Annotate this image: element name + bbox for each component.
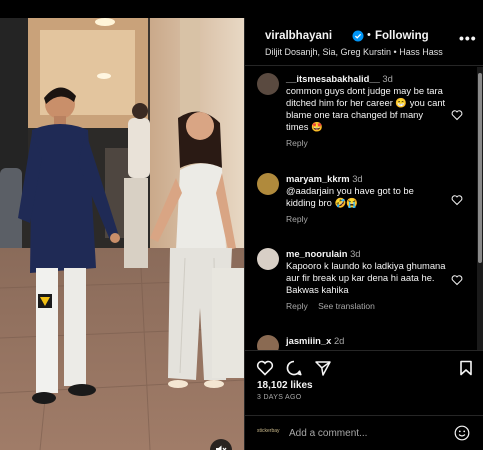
- smiley-icon[interactable]: [454, 425, 470, 441]
- post-date[interactable]: 3 DAYS AGO: [257, 394, 302, 401]
- scrollbar-thumb[interactable]: [478, 73, 482, 263]
- comment-time: 3d: [382, 73, 393, 84]
- comment-text: @aadarjain you have got to be kidding br…: [286, 185, 414, 208]
- avatar[interactable]: [257, 248, 279, 270]
- reply-button[interactable]: Reply: [286, 138, 308, 148]
- comment-like-heart-icon[interactable]: [451, 274, 463, 286]
- post-details-panel: viralbhayani • Following Diljit Dosanjh,…: [244, 18, 483, 450]
- separator-dot: •: [367, 29, 371, 41]
- add-comment-bar: stickerbay: [245, 415, 483, 450]
- comment-username[interactable]: __itsmesabakhalid__: [286, 73, 380, 84]
- video-frame-illustration: [0, 18, 244, 450]
- comment-actions: Reply: [286, 213, 446, 225]
- comment-username[interactable]: maryam_kkrm: [286, 173, 350, 184]
- comments-scrollbar[interactable]: [477, 67, 483, 350]
- comment-like-heart-icon[interactable]: [451, 109, 463, 121]
- comment-actions: Reply: [286, 137, 446, 149]
- comment-like-heart-icon[interactable]: [451, 194, 463, 206]
- comment-time: 3d: [350, 248, 361, 259]
- speaker-muted-icon: [216, 445, 227, 450]
- post-actions-bar: [245, 350, 483, 380]
- post-header: viralbhayani • Following Diljit Dosanjh,…: [245, 18, 483, 66]
- heart-icon[interactable]: [256, 359, 274, 377]
- comment-body: me_noorulain 3d Kapooro k laundo ko ladk…: [286, 248, 446, 312]
- avatar[interactable]: [257, 335, 279, 350]
- more-options-button[interactable]: •••: [459, 30, 477, 46]
- post-media[interactable]: [0, 18, 244, 450]
- comment-body: jasmiiin_x 2d: [286, 335, 446, 347]
- comment-input[interactable]: [289, 424, 449, 442]
- sticker-watermark: stickerbay: [257, 428, 280, 434]
- comment-username[interactable]: me_noorulain: [286, 248, 347, 259]
- comment-actions: Reply See translation: [286, 300, 446, 312]
- avatar[interactable]: [257, 173, 279, 195]
- comment-username[interactable]: jasmiiin_x: [286, 335, 331, 346]
- comment-text: common guys dont judge may be tara ditch…: [286, 85, 446, 132]
- comments-list[interactable]: __itsmesabakhalid__ 3d common guys dont …: [245, 67, 483, 350]
- likes-count[interactable]: 18,102 likes: [257, 380, 313, 391]
- see-translation-link[interactable]: See translation: [318, 301, 375, 311]
- following-button[interactable]: Following: [375, 30, 429, 42]
- avatar[interactable]: [257, 73, 279, 95]
- comment-time: 2d: [333, 335, 345, 346]
- comment-body: __itsmesabakhalid__ 3d common guys dont …: [286, 73, 446, 149]
- post-username[interactable]: viralbhayani: [265, 30, 332, 42]
- paper-plane-icon[interactable]: [314, 359, 332, 377]
- reply-button[interactable]: Reply: [286, 214, 308, 224]
- comment-time: 3d: [352, 173, 363, 184]
- bookmark-icon[interactable]: [457, 359, 475, 377]
- reply-button[interactable]: Reply: [286, 301, 308, 311]
- verified-badge-icon: [352, 30, 364, 42]
- comment-bubble-icon[interactable]: [285, 359, 303, 377]
- comment-body: maryam_kkrm 3d @aadarjain you have got t…: [286, 173, 446, 225]
- audio-attribution[interactable]: Diljit Dosanjh, Sia, Greg Kurstin • Hass…: [265, 47, 443, 57]
- comment-text: Kapooro k laundo ko ladkiya ghumana aur …: [286, 260, 446, 295]
